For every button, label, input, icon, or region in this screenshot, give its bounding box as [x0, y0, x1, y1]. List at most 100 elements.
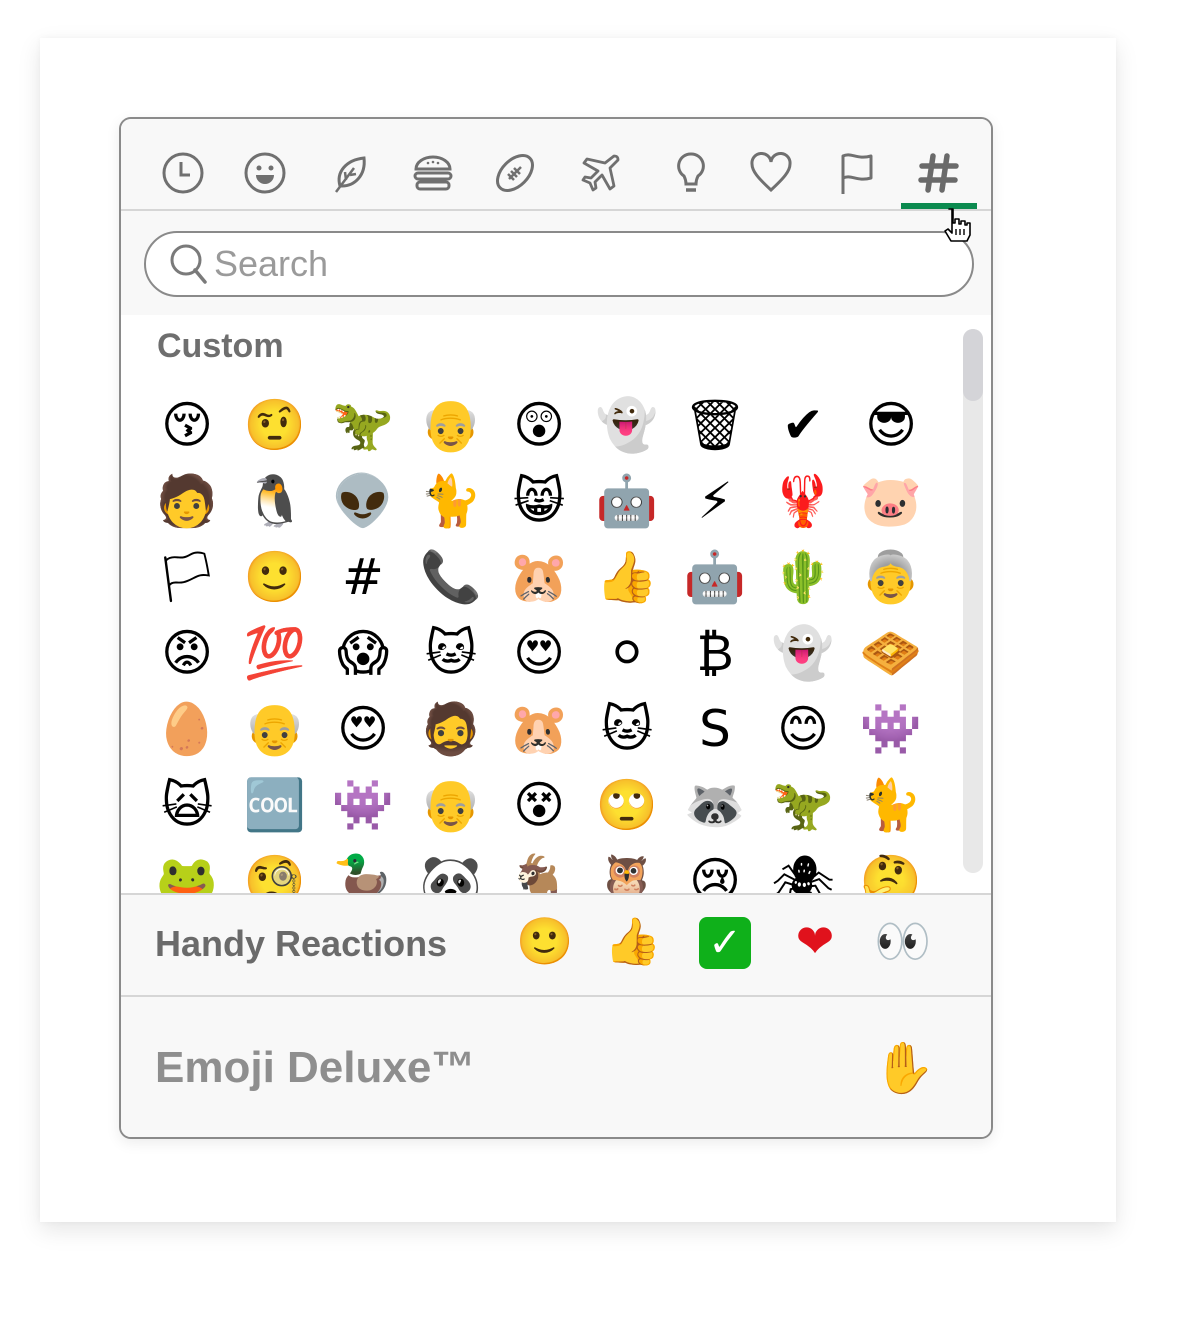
emoji-cell[interactable]: 🐐: [495, 843, 583, 893]
emoji-cell[interactable]: 😎: [847, 387, 935, 463]
emoji-cell[interactable]: 🧑: [143, 463, 231, 539]
emoji-cell[interactable]: 👻: [759, 615, 847, 691]
emoji-cell[interactable]: 🐸: [143, 843, 231, 893]
tab-custom[interactable]: [911, 145, 967, 201]
emoji-cell[interactable]: 🐹: [495, 539, 583, 615]
emoji-cell[interactable]: 😸: [495, 463, 583, 539]
tab-activity[interactable]: [487, 145, 543, 201]
emoji-cell[interactable]: 👾: [847, 691, 935, 767]
tab-objects[interactable]: [663, 145, 719, 201]
skin-tone-hand-button[interactable]: ✋: [873, 1039, 935, 1098]
handy-reaction-thumbs-up[interactable]: 👍: [603, 911, 663, 971]
emoji-cell[interactable]: 🐱: [583, 691, 671, 767]
emoji-cell[interactable]: 🐼: [407, 843, 495, 893]
section-title-custom: Custom: [157, 327, 284, 365]
emoji-cell[interactable]: 👾: [319, 767, 407, 843]
emoji-cell[interactable]: 😵: [495, 767, 583, 843]
emoji-cell[interactable]: 🤔: [847, 843, 935, 893]
burger-icon: [413, 155, 453, 191]
emoji-cell[interactable]: 🙂: [231, 539, 319, 615]
football-icon: [496, 154, 534, 192]
emoji-cell[interactable]: 🐈: [407, 463, 495, 539]
emoji-cell[interactable]: 😚: [143, 387, 231, 463]
emoji-cell[interactable]: 🏳: [143, 539, 231, 615]
emoji-picker: Custom 😚🤨🦖👴😲👻🗑✔😎🧑🐧👽🐈😸🤖⚡🦞🐷🏳🙂#📞🐹👍🤖🌵👵😡💯😱🐱😍⚪…: [119, 117, 993, 1139]
heart-icon: [750, 152, 792, 193]
emoji-cell[interactable]: 😊: [759, 691, 847, 767]
handy-reaction-eyes[interactable]: 👀: [873, 911, 933, 971]
handy-reactions-bar: Handy Reactions 🙂 👍 ✓ ❤ 👀: [121, 893, 991, 997]
lightbulb-icon: [677, 152, 705, 192]
emoji-cell[interactable]: 🤖: [583, 463, 671, 539]
emoji-deluxe-footer: Emoji Deluxe™ ✋: [121, 997, 991, 1137]
emoji-cell[interactable]: 🦖: [759, 767, 847, 843]
emoji-cell[interactable]: 🐷: [847, 463, 935, 539]
emoji-cell[interactable]: 🦆: [319, 843, 407, 893]
emoji-cell[interactable]: 👴: [407, 387, 495, 463]
emoji-cell[interactable]: 🙄: [583, 767, 671, 843]
search-input[interactable]: [212, 242, 916, 286]
emoji-cell[interactable]: 🤨: [231, 387, 319, 463]
tab-symbols[interactable]: [743, 145, 799, 201]
search-icon: [170, 244, 207, 284]
emoji-cell[interactable]: 😍: [319, 691, 407, 767]
emoji-cell[interactable]: ⚪: [583, 615, 671, 691]
emoji-cell[interactable]: 🕷: [759, 843, 847, 893]
emoji-cell[interactable]: 🦝: [671, 767, 759, 843]
emoji-grid: 😚 🤨 🦖 👴 😲 👻 🗑 ✔ 😎 🧑 🐧 👽 🐈 😸 🤖 ⚡ 🦞 🐷 🏳 🙂 # 📞 🐹 👍 🤖 🌵 👵 😡 💯 😱 🐱 😍 ⚪ ₿ 👻 🧇 🥚 👴 😍 🧔…: [143, 387, 953, 893]
handy-reaction-check-mark[interactable]: ✓: [699, 917, 751, 969]
emoji-cell[interactable]: 😍: [495, 615, 583, 691]
emoji-cell[interactable]: #: [319, 539, 407, 615]
emoji-cell[interactable]: 🧐: [231, 843, 319, 893]
emoji-cell[interactable]: 😱: [319, 615, 407, 691]
emoji-cell[interactable]: 🧇: [847, 615, 935, 691]
smiley-icon: [244, 152, 286, 194]
emoji-cell[interactable]: ✔: [759, 387, 847, 463]
airplane-icon: [581, 154, 620, 192]
handy-reaction-slightly-smiling[interactable]: 🙂: [515, 911, 575, 971]
emoji-cell[interactable]: 🙀: [143, 767, 231, 843]
emoji-cell[interactable]: 😢: [671, 843, 759, 893]
tab-nature[interactable]: [323, 145, 379, 201]
emoji-cell[interactable]: 🥚: [143, 691, 231, 767]
emoji-cell[interactable]: 🦞: [759, 463, 847, 539]
emoji-cell[interactable]: 👴: [231, 691, 319, 767]
tab-smileys[interactable]: [237, 145, 293, 201]
clock-icon: [162, 152, 204, 194]
emoji-cell[interactable]: 🗑: [671, 387, 759, 463]
emoji-cell[interactable]: 🌵: [759, 539, 847, 615]
emoji-cell[interactable]: 🐱: [407, 615, 495, 691]
tab-recent[interactable]: [155, 145, 211, 201]
tab-travel[interactable]: [573, 145, 629, 201]
emoji-cell[interactable]: 🐹: [495, 691, 583, 767]
emoji-list: Custom 😚 🤨 🦖 👴 😲 👻 🗑 ✔ 😎 🧑 🐧 👽 🐈 😸 🤖 ⚡ 🦞 🐷 🏳 🙂 # 📞 🐹 👍 🤖 🌵 👵 😡 💯 😱 🐱 😍 ⚪…: [121, 315, 991, 893]
emoji-cell[interactable]: ₿: [671, 615, 759, 691]
emoji-cell[interactable]: 🐈: [847, 767, 935, 843]
emoji-cell[interactable]: 👻: [583, 387, 671, 463]
tab-flags[interactable]: [829, 145, 885, 201]
emoji-cell[interactable]: 🦖: [319, 387, 407, 463]
hash-icon: [918, 153, 959, 193]
scrollbar-thumb[interactable]: [963, 329, 983, 401]
emoji-cell[interactable]: 🧔: [407, 691, 495, 767]
emoji-cell[interactable]: 👍: [583, 539, 671, 615]
tab-food[interactable]: [405, 145, 461, 201]
leaf-icon: [335, 156, 366, 193]
search-field[interactable]: [144, 231, 974, 297]
emoji-cell[interactable]: 🤖: [671, 539, 759, 615]
emoji-cell[interactable]: 👵: [847, 539, 935, 615]
emoji-cell[interactable]: 📞: [407, 539, 495, 615]
category-tabs: [121, 119, 991, 211]
emoji-cell[interactable]: 👴: [407, 767, 495, 843]
emoji-cell[interactable]: 🐧: [231, 463, 319, 539]
handy-reaction-heart[interactable]: ❤: [785, 911, 845, 971]
emoji-cell[interactable]: 😡: [143, 615, 231, 691]
emoji-cell[interactable]: 💯: [231, 615, 319, 691]
emoji-cell[interactable]: 😲: [495, 387, 583, 463]
emoji-cell[interactable]: 👽: [319, 463, 407, 539]
emoji-cell[interactable]: 🦉: [583, 843, 671, 893]
emoji-cell[interactable]: ⚡: [671, 463, 759, 539]
scrollbar-track[interactable]: [963, 329, 983, 873]
emoji-cell[interactable]: 🆒: [231, 767, 319, 843]
emoji-cell[interactable]: S: [671, 691, 759, 767]
